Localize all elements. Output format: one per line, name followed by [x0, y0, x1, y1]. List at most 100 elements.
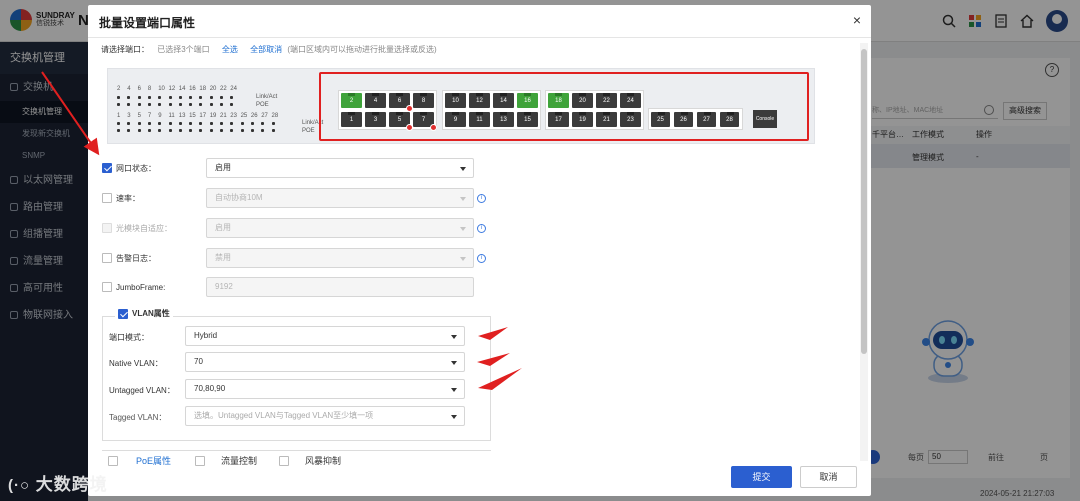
- led: [178, 122, 182, 125]
- storm-control-label: 风暴抑制: [305, 456, 342, 466]
- led: [209, 103, 213, 106]
- led-number: 16: [189, 86, 196, 92]
- native-vlan-value: 70: [194, 357, 203, 366]
- flow-control-checkbox[interactable]: [195, 455, 206, 466]
- led: [209, 96, 213, 99]
- led-number: 12: [168, 86, 176, 92]
- led: [261, 122, 265, 125]
- chevron-down-icon: [460, 197, 466, 201]
- led: [117, 103, 120, 106]
- scrollbar[interactable]: [860, 43, 868, 461]
- port-status-value: 启用: [215, 163, 231, 172]
- flow-control-setting: 流量控制: [195, 454, 257, 467]
- speed-select: 自动协商10M: [206, 188, 474, 208]
- led: [189, 129, 193, 132]
- led: [147, 96, 151, 99]
- led: [199, 129, 203, 132]
- led: [127, 103, 131, 106]
- led: [189, 96, 193, 99]
- optical-checkbox: [102, 223, 112, 233]
- deselect-all-link[interactable]: 全部取消: [250, 45, 282, 54]
- led: [250, 122, 254, 125]
- led: [250, 129, 254, 132]
- port-mode-value: Hybrid: [194, 331, 218, 340]
- led: [137, 103, 141, 106]
- led: [147, 129, 151, 132]
- alarm-log-select: 禁用: [206, 248, 474, 268]
- led: [137, 96, 141, 99]
- vlan-checkbox[interactable]: [118, 308, 128, 319]
- led: [168, 103, 172, 106]
- led: [271, 129, 275, 132]
- info-icon[interactable]: i: [477, 194, 486, 203]
- optical-select: 启用: [206, 218, 474, 238]
- select-all-link[interactable]: 全选: [222, 45, 238, 54]
- poe-tab[interactable]: PoE属性: [136, 454, 171, 467]
- storm-control-checkbox[interactable]: [279, 455, 290, 466]
- highlight-box: [319, 72, 809, 141]
- led-number: 4: [127, 86, 131, 92]
- native-vlan-select[interactable]: 70: [185, 352, 465, 372]
- led: [117, 129, 120, 132]
- poe-setting: PoE属性: [108, 454, 171, 467]
- led-number: 5: [137, 113, 141, 119]
- chevron-down-icon: [451, 361, 457, 365]
- led: [117, 96, 120, 99]
- led: [127, 129, 131, 132]
- dialog-title: 批量设置端口属性: [99, 16, 196, 30]
- divider: [88, 37, 871, 38]
- cancel-button[interactable]: 取消: [800, 466, 857, 488]
- led: [168, 122, 172, 125]
- led: [209, 122, 213, 125]
- led: [230, 96, 234, 99]
- led: [199, 96, 203, 99]
- submit-button[interactable]: 提交: [731, 466, 792, 488]
- info-icon[interactable]: i: [477, 254, 486, 263]
- optical-value: 启用: [215, 223, 231, 232]
- port-status-checkbox[interactable]: [102, 163, 112, 173]
- speed-label: 速率：: [116, 193, 140, 203]
- led: [168, 96, 172, 99]
- led: [158, 122, 162, 125]
- led-number: 17: [199, 113, 207, 119]
- led: [137, 122, 141, 125]
- led-number: 1: [117, 113, 121, 119]
- speed-value: 自动协商10M: [215, 193, 263, 202]
- watermark-text: 大数跨境: [35, 475, 108, 494]
- more-settings-strip: PoE属性 流量控制 风暴抑制: [102, 450, 491, 470]
- jumbo-checkbox[interactable]: [102, 282, 112, 292]
- alarm-log-checkbox[interactable]: [102, 253, 112, 263]
- led: [137, 129, 141, 132]
- untagged-vlan-select[interactable]: 70,80,90: [185, 379, 465, 399]
- poe-checkbox[interactable]: [108, 455, 118, 466]
- led-link-label: Link/Act: [256, 94, 278, 100]
- led-number: 20: [209, 86, 217, 92]
- storm-control-setting: 风暴抑制: [279, 454, 341, 467]
- led: [220, 103, 223, 106]
- scroll-thumb[interactable]: [861, 49, 867, 354]
- led-number: 25: [240, 113, 248, 119]
- select-hint: (端口区域内可以拖动进行批量选择或反选): [287, 45, 437, 54]
- led-number: 3: [127, 113, 131, 119]
- led: [230, 129, 234, 132]
- port-status-select[interactable]: 启用: [206, 158, 474, 178]
- tagged-vlan-select[interactable]: 选填。Untagged VLAN与Tagged VLAN至少填一项: [185, 406, 465, 426]
- vlan-title-label: VLAN属性: [132, 309, 170, 318]
- port-mode-select[interactable]: Hybrid: [185, 326, 465, 346]
- jumbo-input: 9192: [206, 277, 474, 297]
- led: [220, 129, 223, 132]
- led: [189, 103, 193, 106]
- speed-row: 速率：: [102, 188, 140, 208]
- alarm-log-row: 告警日志：: [102, 248, 156, 268]
- chevron-down-icon: [451, 415, 457, 419]
- info-icon[interactable]: i: [477, 224, 486, 233]
- chevron-down-icon: [451, 388, 457, 392]
- led: [147, 103, 151, 106]
- led: [158, 96, 162, 99]
- led: [261, 129, 265, 132]
- led-number: 15: [189, 113, 196, 119]
- close-icon[interactable]: ×: [853, 12, 861, 28]
- speed-checkbox[interactable]: [102, 193, 112, 203]
- tagged-vlan-label: Tagged VLAN：: [109, 413, 167, 422]
- watermark-logo-icon: (·○: [8, 477, 31, 494]
